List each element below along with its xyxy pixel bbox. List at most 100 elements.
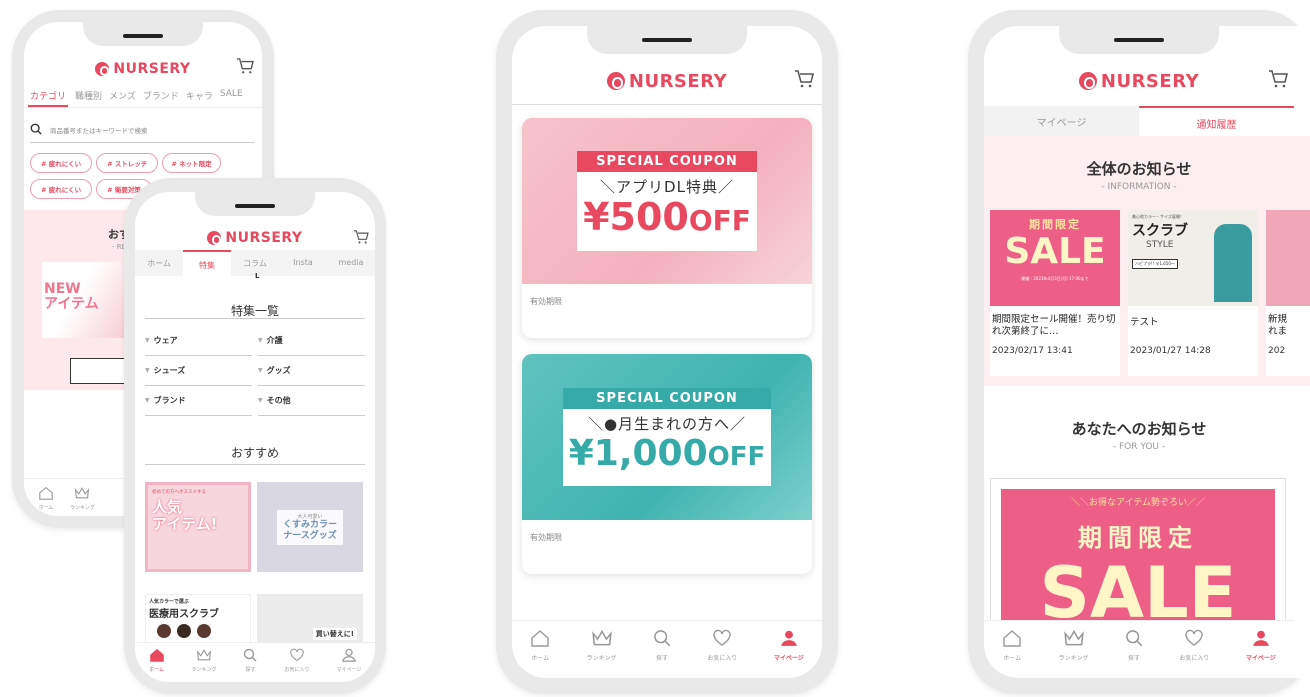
tab-mens[interactable]: メンズ	[109, 84, 136, 107]
category-item[interactable]: ▼ ブランド	[145, 386, 252, 416]
nav-home[interactable]: ホーム	[38, 485, 54, 511]
brand-logo: NURSERY	[1078, 71, 1199, 92]
category-item[interactable]: ▼ シューズ	[145, 356, 252, 386]
nav-ranking[interactable]: ランキング	[587, 629, 617, 662]
news-image-scrub: 着心地カラー・サイズ展開！ スクラブ STYLE ハピプラ!! ￥1,650〜	[1128, 210, 1258, 306]
nav-favorite[interactable]: お気に入り	[1179, 629, 1209, 662]
nav-search[interactable]: 探す	[243, 647, 257, 673]
nav-favorite[interactable]: お気に入り	[707, 629, 737, 662]
phone-frame-feature: NURSERY ホーム 特集 コラム Insta media L 特集一覧 ▼ ウ…	[124, 178, 386, 694]
search-icon	[243, 647, 257, 666]
feature-category-grid: ▼ ウェア ▼ 介護 ▼ シューズ ▼ グッズ ▼ ブランド ▼ その他	[145, 326, 365, 416]
tag-pill[interactable]: # ストレッチ	[96, 153, 159, 173]
tab-sale[interactable]: SALE	[220, 84, 243, 107]
nav-mypage[interactable]: マイページ	[1246, 629, 1276, 662]
coupon-image: SPECIAL COUPON ＼アプリDL特典／ ¥500OFF	[522, 118, 812, 284]
coupon-card[interactable]: SPECIAL COUPON ＼アプリDL特典／ ¥500OFF 有効期限	[522, 118, 812, 338]
category-item[interactable]: ▼ グッズ	[258, 356, 365, 386]
news-card[interactable]: 新規 れま 202	[1266, 210, 1310, 376]
tab-job[interactable]: 職種別	[75, 84, 102, 107]
user-icon	[780, 629, 798, 651]
home-icon	[530, 629, 550, 651]
crown-icon	[196, 647, 212, 666]
cart-icon[interactable]	[794, 70, 814, 92]
heart-icon	[289, 647, 305, 666]
app-header: NURSERY	[512, 66, 822, 96]
all-notice-title: 全体のお知らせ	[1086, 160, 1192, 178]
search-bar[interactable]: 商品番号またはキーワードで検索	[30, 117, 254, 143]
category-item[interactable]: ▼ ウェア	[145, 326, 252, 356]
speaker	[123, 34, 163, 38]
tab-mypage[interactable]: マイページ	[984, 106, 1139, 136]
category-item[interactable]: ▼ 介護	[258, 326, 365, 356]
search-icon	[1125, 629, 1143, 651]
cart-icon[interactable]	[353, 229, 369, 248]
news-card[interactable]: 着心地カラー・サイズ展開！ スクラブ STYLE ハピプラ!! ￥1,650〜 …	[1128, 210, 1258, 376]
tab-category[interactable]: カテゴリ	[28, 84, 69, 107]
brand-logo: NURSERY	[95, 61, 190, 77]
coupon-card[interactable]: SPECIAL COUPON ＼●月生まれの方へ／ ¥1,000OFF 有効期限	[522, 354, 812, 574]
home-icon	[149, 647, 165, 666]
nav-mypage[interactable]: マイページ	[337, 647, 361, 673]
speaker	[642, 38, 692, 42]
news-card[interactable]: 期間限定 SALE 開催 : 2023年4月3日(月) 17:00まで 期間限定…	[990, 210, 1120, 376]
cart-icon[interactable]	[1268, 70, 1288, 92]
coupon-label-box: SPECIAL COUPON ＼●月生まれの方へ／ ¥1,000OFF	[562, 388, 772, 486]
category-tabs: カテゴリ 職種別 メンズ ブランド キャラ SALE	[24, 84, 262, 108]
tab-media[interactable]: media	[327, 250, 375, 276]
all-notice-subtitle: - INFORMATION -	[1101, 182, 1177, 192]
crown-icon	[591, 629, 613, 651]
crown-icon	[1063, 629, 1085, 651]
new-item-banner[interactable]: NEW アイテム	[42, 262, 132, 338]
nav-home[interactable]: ホーム	[1002, 629, 1022, 662]
tab-insta[interactable]: Insta	[279, 250, 327, 276]
speaker	[1114, 38, 1164, 42]
tab-feature[interactable]: 特集	[183, 250, 231, 276]
tab-notification[interactable]: 通知履歴	[1139, 106, 1294, 136]
phone-screen: NURSERY ホーム 特集 コラム Insta media L 特集一覧 ▼ ウ…	[135, 192, 375, 682]
heart-icon	[712, 629, 732, 651]
all-notice-section: 全体のお知らせ - INFORMATION - 期間限定 SALE 開催 : 2…	[984, 136, 1310, 386]
nav-mypage[interactable]: マイページ	[774, 629, 804, 662]
tile-dusty-color[interactable]: 大人可愛い くすみカラー ナースグッズ	[257, 482, 363, 572]
bottom-tab-bar: ホーム ランキング 探す お気に入り マイページ	[135, 642, 375, 682]
nav-ranking[interactable]: ランキング	[192, 647, 216, 673]
category-item[interactable]: ▼ その他	[258, 386, 365, 416]
divider	[512, 104, 822, 105]
tag-pill[interactable]: # ネット限定	[162, 153, 221, 173]
search-placeholder: 商品番号またはキーワードで検索	[50, 126, 148, 135]
nav-search[interactable]: 探す	[653, 629, 671, 662]
phone-frame-notice: NURSERY マイページ 通知履歴 全体のお知らせ - INFORMATION…	[968, 10, 1310, 694]
app-header: NURSERY	[135, 226, 375, 250]
tag-pill[interactable]: # 疲れにくい	[30, 179, 93, 199]
mypage-tabs: マイページ 通知履歴	[984, 106, 1294, 136]
nav-ranking[interactable]: ランキング	[1059, 629, 1089, 662]
divider	[145, 464, 365, 465]
phone-screen: NURSERY SPECIAL COUPON ＼アプリDL特典／ ¥500OFF…	[512, 26, 822, 678]
tab-home[interactable]: ホーム	[135, 250, 183, 276]
user-icon	[342, 647, 356, 666]
speaker	[235, 204, 275, 208]
feature-heading: 特集一覧	[230, 304, 279, 318]
crown-icon	[74, 485, 90, 504]
tab-brand[interactable]: ブランド	[143, 84, 179, 107]
nav-search[interactable]: 探す	[1125, 629, 1143, 662]
nav-favorite[interactable]: お気に入り	[284, 647, 309, 673]
coupon-label-box: SPECIAL COUPON ＼アプリDL特典／ ¥500OFF	[577, 151, 757, 251]
cart-icon[interactable]	[236, 58, 254, 78]
heart-icon	[1184, 629, 1204, 651]
app-header: NURSERY	[984, 66, 1294, 96]
tile-popular[interactable]: 初めての方へオススメする 人気 アイテム!	[145, 482, 251, 572]
divider	[145, 318, 365, 319]
brand-logo: NURSERY	[207, 230, 302, 246]
news-image-sale: 期間限定 SALE 開催 : 2023年4月3日(月) 17:00まで	[990, 210, 1120, 306]
tag-pill[interactable]: # 疲れにくい	[30, 153, 93, 173]
nav-ranking[interactable]: ランキング	[70, 485, 95, 511]
nav-home[interactable]: ホーム	[530, 629, 550, 662]
bottom-tab-bar: ホーム ランキング 探す お気に入り マイページ	[984, 620, 1294, 678]
tab-character[interactable]: キャラ	[186, 84, 213, 107]
nav-home[interactable]: ホーム	[149, 647, 165, 673]
coupon-expiry: 有効期限	[530, 533, 562, 542]
search-icon	[30, 120, 42, 139]
home-icon	[1002, 629, 1022, 651]
